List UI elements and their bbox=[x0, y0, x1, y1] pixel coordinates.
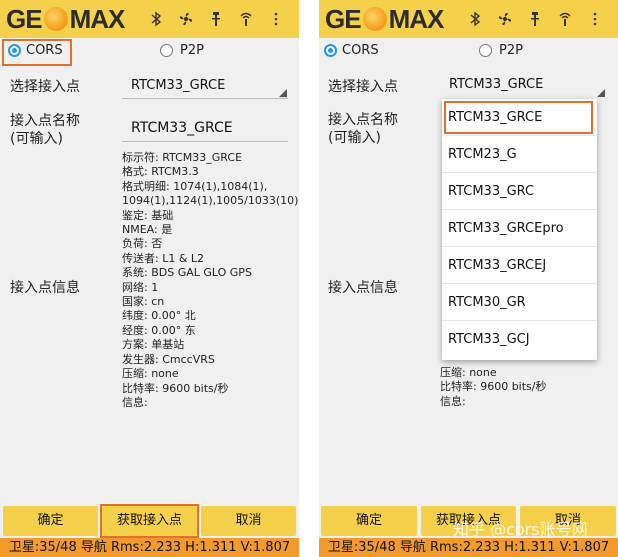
mountpoint-name-label: 接入点名称 (可输入) bbox=[10, 113, 80, 147]
mountpoint-info-label: 接入点信息 bbox=[328, 280, 398, 296]
top-toolbar: GE MAX bbox=[319, 0, 618, 38]
antenna-icon[interactable] bbox=[526, 10, 544, 28]
dropdown-option[interactable]: RTCM33_GRC bbox=[442, 173, 597, 210]
left-screen: GE MAX CORS P2P 选择接入点 RTCM33_GRCE 接入点名称 (可… bbox=[0, 0, 299, 557]
dropdown-option[interactable]: RTCM23_G bbox=[442, 136, 597, 173]
cancel-button[interactable]: 取消 bbox=[201, 506, 296, 536]
geomax-logo: GE MAX bbox=[325, 4, 444, 34]
dropdown-option[interactable]: RTCM30_GR bbox=[442, 284, 597, 321]
dropdown-option[interactable]: RTCM33_GRCEpro bbox=[442, 210, 597, 247]
p2p-radio[interactable] bbox=[479, 44, 492, 57]
dropdown-option[interactable]: RTCM33_GCJ bbox=[442, 321, 597, 358]
dropdown-caret-icon[interactable] bbox=[279, 89, 287, 97]
geomax-logo: GE MAX bbox=[6, 4, 125, 34]
select-mountpoint-label: 选择接入点 bbox=[328, 79, 398, 95]
p2p-radio[interactable] bbox=[160, 44, 173, 57]
p2p-label[interactable]: P2P bbox=[499, 43, 523, 58]
mountpoint-select[interactable]: RTCM33_GRCE bbox=[449, 77, 543, 92]
ok-button[interactable]: 确定 bbox=[321, 506, 417, 536]
selected-option-highlight bbox=[444, 101, 593, 134]
mountpoint-info-label: 接入点信息 bbox=[10, 280, 80, 296]
more-icon[interactable] bbox=[267, 10, 285, 28]
antenna-icon[interactable] bbox=[207, 10, 225, 28]
dropdown-option[interactable]: RTCM33_GRCEJ bbox=[442, 247, 597, 284]
fan-icon[interactable] bbox=[496, 10, 514, 28]
top-toolbar: GE MAX bbox=[0, 0, 299, 38]
bluetooth-icon[interactable] bbox=[147, 10, 165, 28]
mountpoint-name-label: 接入点名称 (可输入) bbox=[328, 112, 398, 146]
status-bar: 卫星:35/48 导航 Rms:2.233 H:1.311 V:1.807 bbox=[319, 538, 618, 557]
cors-label[interactable]: CORS bbox=[342, 43, 379, 58]
mountpoint-info-text: 标示符: RTCM33_GRCE 格式: RTCM3.3 格式明细: 1074(… bbox=[122, 151, 299, 409]
fan-icon[interactable] bbox=[177, 10, 195, 28]
get-mountpoints-highlight bbox=[100, 504, 199, 538]
mountpoint-name-input[interactable]: RTCM33_GRCE bbox=[131, 120, 233, 136]
watermark: 知乎 @cors账号网 bbox=[453, 520, 588, 539]
cors-label[interactable]: CORS bbox=[26, 43, 63, 58]
mode-radio-group: CORS P2P bbox=[319, 38, 618, 66]
select-mountpoint-label: 选择接入点 bbox=[10, 79, 80, 95]
mode-radio-group: CORS P2P bbox=[0, 38, 299, 66]
ok-button[interactable]: 确定 bbox=[3, 506, 98, 536]
mountpoint-select[interactable]: RTCM33_GRCE bbox=[131, 78, 225, 93]
cors-radio[interactable] bbox=[324, 44, 337, 57]
bluetooth-icon[interactable] bbox=[466, 10, 484, 28]
status-bar: 卫星:35/48 导航 Rms:2.233 H:1.311 V:1.807 bbox=[0, 538, 299, 557]
dropdown-caret-icon[interactable] bbox=[597, 89, 605, 97]
signal-antenna-icon[interactable] bbox=[237, 10, 255, 28]
mountpoint-info-text: 压缩: none 比特率: 9600 bits/秒 信息: bbox=[440, 366, 547, 408]
bottom-buttons: 确定 获取接入点 取消 bbox=[0, 504, 299, 538]
cors-radio[interactable] bbox=[8, 44, 21, 57]
mountpoint-dropdown-list: RTCM33_GRCE RTCM23_G RTCM33_GRC RTCM33_G… bbox=[442, 99, 597, 360]
more-icon[interactable] bbox=[586, 10, 604, 28]
signal-antenna-icon[interactable] bbox=[556, 10, 574, 28]
p2p-label[interactable]: P2P bbox=[180, 43, 204, 58]
